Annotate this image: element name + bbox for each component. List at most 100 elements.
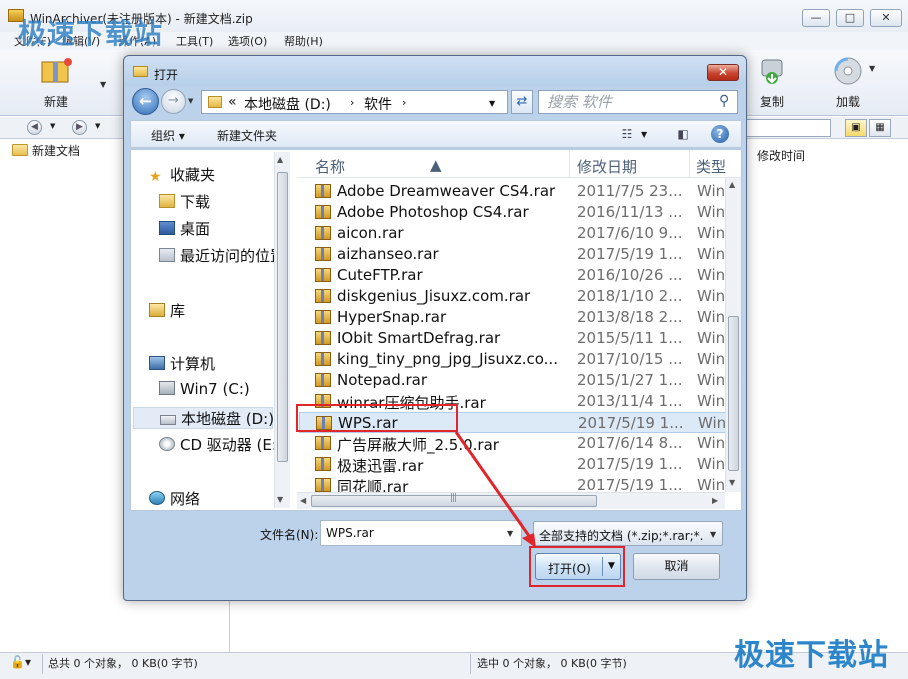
chevron-down-icon[interactable]: ▼ <box>489 99 495 108</box>
column-divider[interactable] <box>569 150 570 178</box>
file-row[interactable]: CuteFTP.rar 2016/10/26 ... WinR <box>299 265 736 286</box>
new-archive-button[interactable]: 新建 <box>32 56 80 110</box>
search-input[interactable] <box>547 93 717 111</box>
lock-icon[interactable]: 🔓▾ <box>10 655 31 669</box>
search-field[interactable]: ⚲ <box>538 90 738 114</box>
file-date: 2017/5/19 1... <box>577 245 683 263</box>
nav-network[interactable]: 网络 <box>149 488 200 510</box>
file-date: 2013/8/18 2... <box>577 308 683 326</box>
forward-arrow-icon[interactable]: → <box>161 89 186 114</box>
cancel-button[interactable]: 取消 <box>633 553 720 580</box>
minimize-button[interactable]: — <box>802 9 830 27</box>
status-divider <box>470 654 471 674</box>
column-name[interactable]: 名称 <box>315 156 345 177</box>
preview-pane-icon[interactable]: ◧ <box>673 125 693 143</box>
file-row[interactable]: 广告屏蔽大师_2.5.0.rar 2017/6/14 8... WinR <box>299 433 736 454</box>
highlight-selected-file <box>296 404 458 432</box>
copy-button[interactable]: 复制 <box>748 56 796 110</box>
menu-options[interactable]: 选项(O) <box>228 33 267 49</box>
scroll-up-icon[interactable]: ▲ <box>729 180 735 189</box>
scroll-down-icon[interactable]: ▼ <box>729 478 735 487</box>
folder-view-icon[interactable]: ▣ <box>845 119 867 137</box>
folder-icon <box>12 144 28 156</box>
file-row[interactable]: 极速迅雷.rar 2017/5/19 1... WinR <box>299 454 736 475</box>
file-name: IObit SmartDefrag.rar <box>337 329 501 347</box>
scroll-down-icon[interactable]: ▼ <box>277 495 283 504</box>
nav-drive-d-label: 本地磁盘 (D:) <box>181 410 275 428</box>
nav-libraries-label: 库 <box>170 302 186 320</box>
main-back-icon[interactable]: ◀ <box>27 120 42 135</box>
column-divider[interactable] <box>689 150 690 178</box>
nav-drive-d[interactable]: 本地磁盘 (D:) <box>133 407 275 429</box>
file-hscroll-thumb[interactable] <box>311 493 597 507</box>
chevron-right-icon[interactable]: › <box>350 96 354 109</box>
scroll-up-icon[interactable]: ▲ <box>277 155 283 164</box>
chevron-down-icon[interactable]: ▼ <box>710 530 716 539</box>
chevron-down-icon[interactable]: ▼ <box>507 529 513 538</box>
file-type-filter[interactable]: 全部支持的文档 (*.zip;*.rar;*.7 ▼ <box>533 521 723 546</box>
chevron-down-icon[interactable]: ▼ <box>641 130 647 139</box>
menu-help[interactable]: 帮助(H) <box>284 33 323 49</box>
file-row[interactable]: Adobe Dreamweaver CS4.rar 2011/7/5 23... W… <box>299 181 736 202</box>
history-dropdown-icon[interactable]: ▼ <box>188 97 193 105</box>
nav-libraries[interactable]: 库 <box>149 300 185 322</box>
list-view-icon[interactable]: ▦ <box>869 119 891 137</box>
nav-downloads[interactable]: 下载 <box>159 191 210 213</box>
file-row[interactable]: Adobe Photoshop CS4.rar 2016/11/13 ... Win… <box>299 202 736 223</box>
chevron-right-icon[interactable]: › <box>402 96 406 109</box>
column-modified-date[interactable]: 修改日期 <box>577 156 637 177</box>
column-header-modified[interactable]: 修改时间 <box>746 146 908 164</box>
help-icon[interactable]: ? <box>711 125 729 143</box>
file-horizontal-scrollbar[interactable]: ◀ ▶ <box>297 492 725 509</box>
dialog-folder-icon <box>133 66 148 77</box>
nav-drive-c[interactable]: Win7 (C:) <box>159 380 250 402</box>
dialog-body: ★ 收藏夹 下载 桌面 最近访问的位置 库 计算机 Win7 (C:) 本地磁盘 … <box>130 149 742 511</box>
column-type[interactable]: 类型 <box>696 156 726 177</box>
main-back-dropdown-icon[interactable]: ▼ <box>50 122 55 130</box>
main-forward-dropdown-icon[interactable]: ▼ <box>95 122 100 130</box>
breadcrumb-folder[interactable]: 软件 <box>364 94 392 114</box>
dialog-close-button[interactable]: ✕ <box>707 64 739 81</box>
downloads-folder-icon <box>159 194 175 208</box>
file-row[interactable]: Notepad.rar 2015/1/27 1... WinR <box>299 370 736 391</box>
nav-desktop[interactable]: 桌面 <box>159 218 210 240</box>
menu-tools[interactable]: 工具(T) <box>176 33 213 49</box>
load-dropdown-arrow[interactable]: ▼ <box>869 64 875 73</box>
load-button[interactable]: 加载 <box>824 56 872 110</box>
new-dropdown-arrow[interactable]: ▼ <box>100 80 106 89</box>
main-forward-icon[interactable]: ▶ <box>72 120 87 135</box>
nav-computer[interactable]: 计算机 <box>149 353 215 375</box>
search-icon[interactable]: ⚲ <box>719 93 729 109</box>
sort-ascending-icon: ▲ <box>430 156 442 174</box>
file-scroll-thumb[interactable] <box>728 316 739 471</box>
scroll-left-icon[interactable]: ◀ <box>300 496 306 505</box>
refresh-icon[interactable]: ⇄ <box>511 90 533 114</box>
nav-recent[interactable]: 最近访问的位置 <box>159 245 285 267</box>
file-row[interactable]: aicon.rar 2017/6/10 9... WinR <box>299 223 736 244</box>
nav-cd-drive[interactable]: CD 驱动器 (E:) <box>159 434 283 456</box>
file-row[interactable]: IObit SmartDefrag.rar 2015/5/11 1... WinR <box>299 328 736 349</box>
view-options-icon[interactable]: ☷ <box>617 125 637 143</box>
file-row[interactable]: HyperSnap.rar 2013/8/18 2... WinR <box>299 307 736 328</box>
scroll-right-icon[interactable]: ▶ <box>712 496 718 505</box>
nav-scrollbar[interactable]: ▲ ▼ <box>274 152 290 508</box>
main-address-input[interactable] <box>745 119 831 137</box>
nav-favorites[interactable]: ★ 收藏夹 <box>149 164 215 186</box>
file-row[interactable]: king_tiny_png_jpg_Jisuxz.co... 2017/10/15… <box>299 349 736 370</box>
system-drive-icon <box>159 381 175 395</box>
breadcrumb-overflow[interactable]: « <box>228 94 237 110</box>
new-folder-button[interactable]: 新建文件夹 <box>217 127 277 144</box>
breadcrumb-drive[interactable]: 本地磁盘 (D:) <box>244 94 331 114</box>
file-row[interactable]: diskgenius_Jisuxz.com.rar 2018/1/10 2... W… <box>299 286 736 307</box>
tree-item-root[interactable]: 新建文档 <box>12 142 80 159</box>
file-row[interactable]: aizhanseo.rar 2017/5/19 1... WinR <box>299 244 736 265</box>
organize-button[interactable]: 组织 ▾ <box>151 127 185 144</box>
close-button[interactable]: ✕ <box>870 9 902 27</box>
filename-combobox[interactable]: ▼ <box>320 520 522 546</box>
back-arrow-icon[interactable]: ← <box>132 88 159 115</box>
maximize-button[interactable]: □ <box>836 9 864 27</box>
filename-input[interactable] <box>326 525 498 541</box>
file-vertical-scrollbar[interactable]: ▲ ▼ <box>725 178 741 492</box>
nav-scroll-thumb[interactable] <box>277 172 288 462</box>
path-breadcrumb[interactable]: « 本地磁盘 (D:) › 软件 › ▼ <box>201 90 508 114</box>
